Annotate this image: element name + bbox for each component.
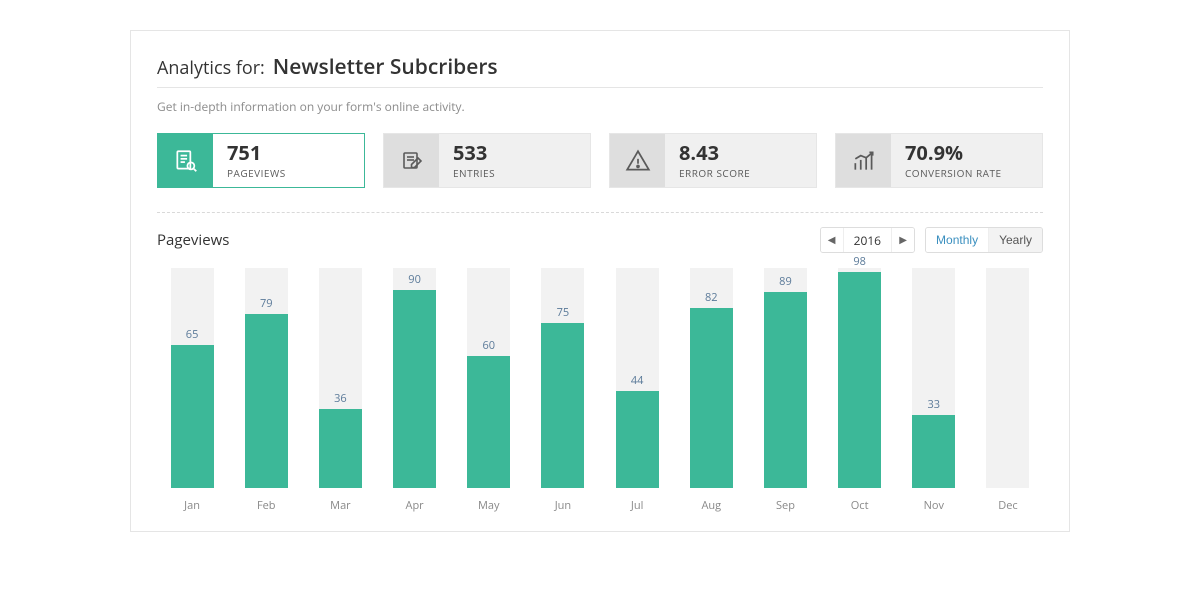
chart-column: 65 Jan [155, 268, 229, 513]
range-selector: Monthly Yearly [925, 227, 1043, 253]
stat-pageviews[interactable]: 751 PAGEVIEWS [157, 133, 365, 188]
bar-value-label: 98 [838, 254, 881, 269]
chart-title: Pageviews [157, 230, 229, 250]
bar-value-label: 33 [912, 397, 955, 412]
bar-background [986, 268, 1029, 488]
bar-value-label: 89 [764, 274, 807, 289]
bar-value-label: 90 [393, 272, 436, 287]
stats-row: 751 PAGEVIEWS 533 ENTRIES 8.43 ERROR SCO… [157, 133, 1043, 188]
range-monthly-button[interactable]: Monthly [926, 228, 988, 252]
title-prefix: Analytics for: [157, 56, 265, 80]
bar-value-label: 75 [541, 305, 584, 320]
x-axis-label: Apr [406, 498, 424, 513]
analytics-panel: Analytics for: Newsletter Subcribers Get… [130, 30, 1070, 532]
bar-value-label: 82 [690, 290, 733, 305]
range-yearly-button[interactable]: Yearly [988, 228, 1042, 252]
bar [690, 308, 733, 488]
x-axis-label: May [478, 498, 500, 513]
stat-pageviews-value: 751 [227, 142, 286, 164]
page-title-row: Analytics for: Newsletter Subcribers [157, 53, 1043, 88]
stat-entries[interactable]: 533 ENTRIES [383, 133, 591, 188]
x-axis-label: Mar [330, 498, 351, 513]
bar-background: 90 [393, 268, 436, 488]
year-label: 2016 [843, 228, 892, 252]
bar-background: 89 [764, 268, 807, 488]
bar-value-label: 44 [616, 373, 659, 388]
chart-column: 79 Feb [229, 268, 303, 513]
stat-error-label: ERROR SCORE [679, 166, 750, 180]
bar [541, 323, 584, 488]
bar [245, 314, 288, 488]
subtitle-text: Get in-depth information on your form's … [157, 98, 1043, 115]
chart-column: 75 Jun [526, 268, 600, 513]
form-edit-icon [384, 134, 439, 187]
chart-column: 44 Jul [600, 268, 674, 513]
bar-value-label: 60 [467, 338, 510, 353]
chart-column: 33 Nov [897, 268, 971, 513]
chart-column: 89 Sep [748, 268, 822, 513]
stat-entries-value: 533 [453, 142, 495, 164]
stat-error[interactable]: 8.43 ERROR SCORE [609, 133, 817, 188]
x-axis-label: Sep [776, 498, 795, 513]
chart-header: Pageviews ◀ 2016 ▶ Monthly Yearly [157, 227, 1043, 253]
x-axis-label: Dec [998, 498, 1017, 513]
x-axis-label: Jun [555, 498, 571, 513]
chart-column: Dec [971, 268, 1045, 513]
bar [616, 391, 659, 488]
x-axis-label: Feb [257, 498, 276, 513]
bar-background: 82 [690, 268, 733, 488]
warning-triangle-icon [610, 134, 665, 187]
bar [319, 409, 362, 488]
document-search-icon [158, 134, 213, 187]
bar-background: 60 [467, 268, 510, 488]
bar [393, 290, 436, 488]
stat-pageviews-label: PAGEVIEWS [227, 166, 286, 180]
chart-column: 90 Apr [378, 268, 452, 513]
chart-column: 82 Aug [674, 268, 748, 513]
next-year-button[interactable]: ▶ [892, 228, 914, 252]
x-axis-label: Aug [701, 498, 721, 513]
bar-background: 75 [541, 268, 584, 488]
prev-year-button[interactable]: ◀ [821, 228, 843, 252]
stat-entries-label: ENTRIES [453, 166, 495, 180]
bar-background: 44 [616, 268, 659, 488]
bar [912, 415, 955, 488]
chart-up-icon [836, 134, 891, 187]
stat-conversion-label: CONVERSION RATE [905, 166, 1002, 180]
bar [171, 345, 214, 488]
bar-background: 36 [319, 268, 362, 488]
pageviews-bar-chart: 65 Jan 79 Feb 36 Mar 90 Apr 60 May 75 Jun 44 Jul 82 Aug… [155, 263, 1045, 513]
form-name: Newsletter Subcribers [273, 53, 498, 81]
x-axis-label: Jan [184, 498, 200, 513]
stat-error-value: 8.43 [679, 142, 750, 164]
bar [764, 292, 807, 488]
chart-column: 36 Mar [303, 268, 377, 513]
chart-column: 60 May [452, 268, 526, 513]
stat-conversion[interactable]: 70.9% CONVERSION RATE [835, 133, 1043, 188]
bar-background: 79 [245, 268, 288, 488]
bar-value-label: 36 [319, 391, 362, 406]
stat-conversion-value: 70.9% [905, 142, 1002, 164]
bar-background: 33 [912, 268, 955, 488]
bar [838, 272, 881, 488]
x-axis-label: Jul [631, 498, 643, 513]
bar-value-label: 65 [171, 327, 214, 342]
bar-value-label: 79 [245, 296, 288, 311]
x-axis-label: Nov [924, 498, 944, 513]
chart-controls: ◀ 2016 ▶ Monthly Yearly [820, 227, 1043, 253]
section-divider [157, 212, 1043, 213]
bar [467, 356, 510, 488]
chart-column: 98 Oct [823, 268, 897, 513]
year-selector: ◀ 2016 ▶ [820, 227, 915, 253]
bar-background: 65 [171, 268, 214, 488]
bar-background: 98 [838, 268, 881, 488]
x-axis-label: Oct [851, 498, 869, 513]
